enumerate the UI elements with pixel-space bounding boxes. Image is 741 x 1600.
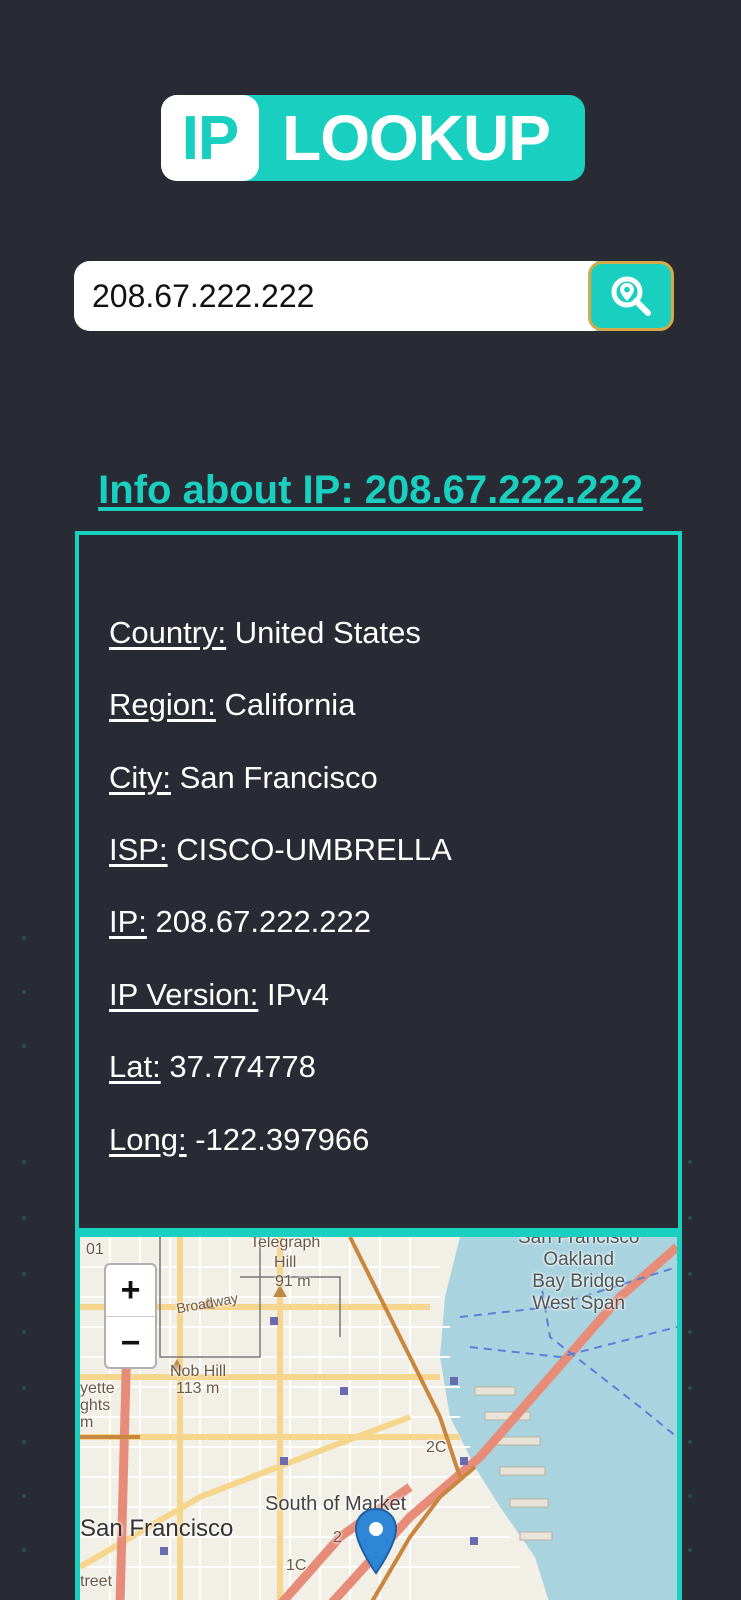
map-label-fragment: 01: [86, 1241, 104, 1258]
map-label-road-2c: 2C: [426, 1439, 447, 1456]
app-logo: IP LOOKUP: [161, 95, 585, 181]
info-value: United States: [234, 615, 421, 650]
logo-ip-text: IP: [161, 95, 259, 181]
info-value: CISCO-UMBRELLA: [176, 832, 452, 867]
map-label-fragment: m: [80, 1414, 94, 1431]
info-value: San Francisco: [179, 760, 378, 795]
info-label: IP Version:: [109, 977, 259, 1012]
info-label: Country:: [109, 615, 227, 650]
logo-lookup-text: LOOKUP: [282, 102, 551, 174]
zoom-in-button[interactable]: +: [106, 1265, 155, 1317]
map-pin-icon[interactable]: [354, 1507, 398, 1577]
ip-info-card: Country: United States Region: Californi…: [75, 531, 682, 1232]
info-title: Info about IP: 208.67.222.222: [98, 468, 643, 512]
map-label-bay-bridge: San Francisco Oakland Bay Bridge West Sp…: [518, 1232, 640, 1314]
info-row-country: Country: United States: [109, 615, 421, 651]
info-label: City:: [109, 760, 171, 795]
map-label-fragment: treet: [80, 1573, 113, 1590]
info-value: 208.67.222.222: [155, 904, 372, 939]
info-label: Lat:: [109, 1049, 161, 1084]
info-row-region: Region: California: [109, 687, 355, 723]
map-label-road-2: 2: [333, 1529, 342, 1546]
search-location-icon: [611, 276, 651, 316]
map-label-road-1c: 1C: [286, 1557, 307, 1574]
search-button[interactable]: [588, 261, 674, 331]
info-row-ip: IP: 208.67.222.222: [109, 904, 371, 940]
info-row-city: City: San Francisco: [109, 760, 378, 796]
info-label: Long:: [109, 1122, 187, 1157]
info-row-lat: Lat: 37.774778: [109, 1049, 316, 1085]
info-value: -122.397966: [195, 1122, 370, 1157]
info-label: ISP:: [109, 832, 168, 867]
info-value: California: [224, 687, 356, 722]
info-value: 37.774778: [169, 1049, 316, 1084]
map-label-telegraph-elev: 91 m: [275, 1273, 311, 1290]
map-label-nob-hill: Nob Hill: [170, 1363, 227, 1380]
search-bar: [74, 261, 673, 331]
info-label: IP:: [109, 904, 147, 939]
info-row-isp: ISP: CISCO-UMBRELLA: [109, 832, 452, 868]
map-label-nob-elev: 113 m: [176, 1380, 220, 1397]
zoom-out-button[interactable]: −: [106, 1317, 155, 1367]
map-label-fragment: ghts: [80, 1397, 111, 1414]
info-label: Region:: [109, 687, 216, 722]
ip-search-input[interactable]: [74, 261, 594, 331]
map-label-telegraph-hill: Telegraph Hill: [250, 1234, 321, 1271]
location-map[interactable]: Telegraph Hill 91 m Broadway Nob Hill 11…: [75, 1232, 682, 1600]
map-zoom-control: + −: [104, 1263, 157, 1369]
info-row-long: Long: -122.397966: [109, 1122, 369, 1158]
info-value: IPv4: [266, 977, 330, 1012]
map-label-fragment: yette: [80, 1380, 115, 1397]
map-label-san-francisco: San Francisco: [80, 1515, 234, 1542]
info-row-ip-version: IP Version: IPv4: [109, 977, 329, 1013]
